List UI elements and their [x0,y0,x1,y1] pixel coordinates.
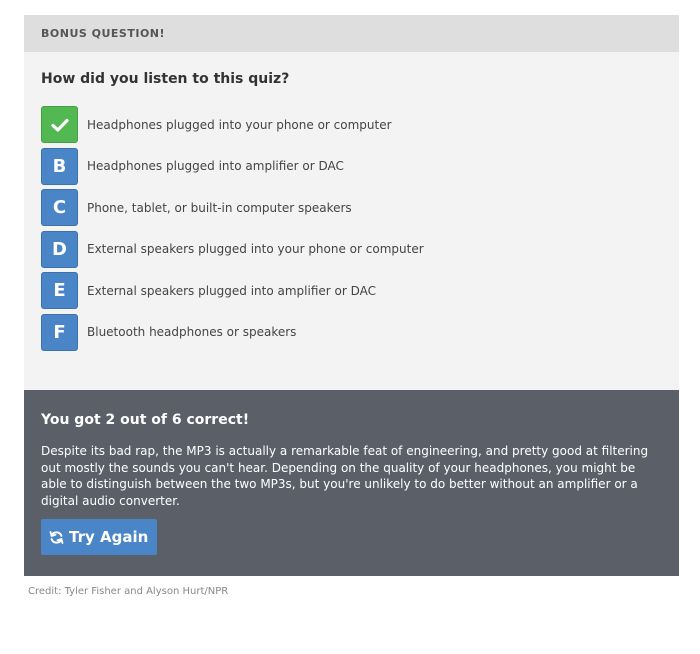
question-text: How did you listen to this quiz? [41,71,290,87]
answer-list: Headphones plugged into your phone or co… [41,106,662,351]
score-text: You got 2 out of 6 correct! [41,412,250,428]
answer-letter-badge: B [41,147,78,185]
answer-option-e[interactable]: E External speakers plugged into amplifi… [41,272,662,309]
checkmark-icon [41,106,78,143]
answer-letter-badge: F [41,313,78,351]
try-again-button[interactable]: Try Again [41,519,158,555]
try-again-label: Try Again [69,528,149,546]
result-explanation: Despite its bad rap, the MP3 is actually… [41,444,649,508]
refresh-icon [49,530,64,544]
answer-option-f[interactable]: F Bluetooth headphones or speakers [41,313,662,351]
answer-letter-badge: E [41,272,78,309]
result-panel: You got 2 out of 6 correct! Despite its … [24,390,679,576]
answer-option-d[interactable]: D External speakers plugged into your ph… [41,230,662,268]
answer-option-b[interactable]: B Headphones plugged into amplifier or D… [41,147,662,185]
answer-label: Headphones plugged into your phone or co… [87,117,392,132]
answer-label: External speakers plugged into your phon… [87,242,424,256]
answer-option-c[interactable]: C Phone, tablet, or built-in computer sp… [41,189,662,226]
answer-label: Phone, tablet, or built-in computer spea… [87,200,352,215]
quiz-panel: How did you listen to this quiz? Headpho… [24,52,679,390]
answer-option-a[interactable]: Headphones plugged into your phone or co… [41,106,662,143]
answer-label: Bluetooth headphones or speakers [87,325,297,339]
credit-text: Credit: Tyler Fisher and Alyson Hurt/NPR [28,586,229,597]
answer-label: External speakers plugged into amplifier… [87,283,377,298]
answer-letter-badge: C [41,189,78,226]
bonus-header: BONUS QUESTION! [24,15,679,52]
answer-label: Headphones plugged into amplifier or DAC [87,159,344,173]
answer-letter-badge: D [41,230,78,268]
quiz-card: BONUS QUESTION! How did you listen to th… [24,15,679,576]
